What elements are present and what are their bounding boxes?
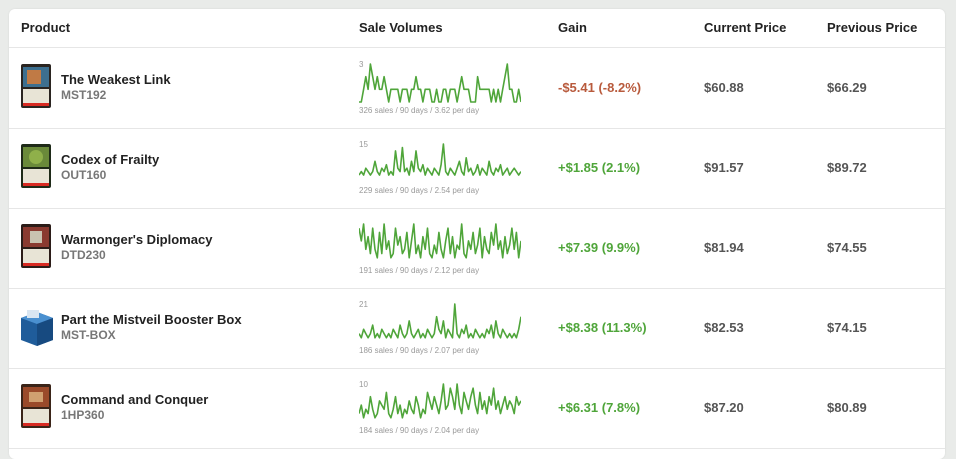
sales-summary: 191 sales / 90 days / 2.12 per day <box>359 266 480 275</box>
product-name[interactable]: Codex of Frailty <box>61 152 159 167</box>
product-name[interactable]: Warmonger's Diplomacy <box>61 232 212 247</box>
current-price: $91.57 <box>704 160 744 175</box>
previous-price: $89.72 <box>827 160 867 175</box>
product-code: DTD230 <box>61 248 106 262</box>
product-name[interactable]: Command and Conquer <box>61 392 208 407</box>
sales-table-card: Product Sale Volumes Gain Current Price … <box>9 9 945 459</box>
sparkline-series <box>359 303 521 339</box>
sales-sparkline <box>359 303 521 339</box>
sparkline-max-label: 3 <box>359 60 364 69</box>
table-row[interactable]: The Weakest Link MST192 3 326 sales / 90… <box>9 48 945 129</box>
table-row[interactable]: Command and Conquer 1HP360 10 184 sales … <box>9 368 945 449</box>
gain-value: +$1.85 (2.1%) <box>558 160 641 175</box>
current-price: $81.94 <box>704 240 744 255</box>
column-header-gain[interactable]: Gain <box>558 20 587 35</box>
sales-summary: 326 sales / 90 days / 3.62 per day <box>359 106 480 115</box>
previous-price: $74.55 <box>827 240 867 255</box>
column-header-sale-volumes[interactable]: Sale Volumes <box>359 20 443 35</box>
gain-value: +$8.38 (11.3%) <box>558 320 647 335</box>
product-name[interactable]: The Weakest Link <box>61 72 171 87</box>
sales-summary: 184 sales / 90 days / 2.04 per day <box>359 426 480 435</box>
product-name[interactable]: Part the Mistveil Booster Box <box>61 312 242 327</box>
product-code: MST192 <box>61 88 107 102</box>
table-header: Product Sale Volumes Gain Current Price … <box>9 9 945 48</box>
column-header-current-price[interactable]: Current Price <box>704 20 786 35</box>
gain-value: +$6.31 (7.8%) <box>558 400 641 415</box>
column-header-product[interactable]: Product <box>21 20 70 35</box>
sparkline-series <box>359 143 521 176</box>
column-header-previous-price[interactable]: Previous Price <box>827 20 917 35</box>
sparkline-max-label: 10 <box>359 380 368 389</box>
sales-sparkline <box>359 143 521 176</box>
product-code: OUT160 <box>61 168 107 182</box>
sales-sparkline <box>359 383 521 419</box>
card-thumbnail-image[interactable] <box>21 64 51 108</box>
sales-summary: 229 sales / 90 days / 2.54 per day <box>359 186 480 195</box>
sales-sparkline <box>359 63 521 103</box>
sales-summary: 186 sales / 90 days / 2.07 per day <box>359 346 480 355</box>
sparkline-max-label: 15 <box>359 140 368 149</box>
previous-price: $74.15 <box>827 320 867 335</box>
sparkline-series <box>359 223 521 259</box>
current-price: $82.53 <box>704 320 744 335</box>
sparkline-series <box>359 63 521 103</box>
sales-sparkline <box>359 223 521 259</box>
previous-price: $80.89 <box>827 400 867 415</box>
gain-value: -$5.41 (-8.2%) <box>558 80 642 95</box>
table-row[interactable]: Part the Mistveil Booster Box MST-BOX 21… <box>9 288 945 369</box>
table-row[interactable]: Codex of Frailty OUT160 15 229 sales / 9… <box>9 128 945 209</box>
product-code: MST-BOX <box>61 328 116 342</box>
card-thumbnail-image[interactable] <box>21 144 51 188</box>
current-price: $60.88 <box>704 80 744 95</box>
table-row[interactable]: Warmonger's Diplomacy DTD230 191 sales /… <box>9 208 945 289</box>
card-thumbnail-image[interactable] <box>21 224 51 268</box>
product-code: 1HP360 <box>61 408 105 422</box>
sparkline-series <box>359 383 521 419</box>
current-price: $87.20 <box>704 400 744 415</box>
previous-price: $66.29 <box>827 80 867 95</box>
card-thumbnail-image[interactable] <box>21 384 51 428</box>
gain-value: +$7.39 (9.9%) <box>558 240 641 255</box>
sparkline-max-label: 21 <box>359 300 368 309</box>
booster-box-image[interactable] <box>19 304 55 348</box>
